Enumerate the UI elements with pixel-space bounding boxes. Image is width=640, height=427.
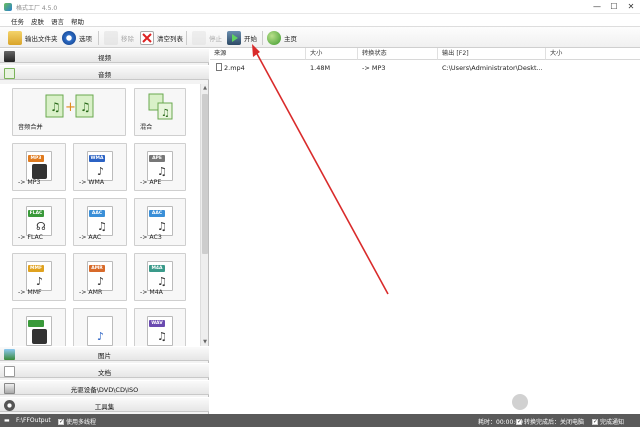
app-logo-icon bbox=[4, 3, 12, 11]
row-status: -> MP3 bbox=[362, 64, 386, 72]
svg-text:♫: ♫ bbox=[80, 100, 91, 114]
ape-file-icon: APE ♫ bbox=[147, 151, 173, 181]
clear-list-button[interactable]: 清空列表 bbox=[140, 30, 183, 46]
tile-to-wav[interactable]: WAV ♫ bbox=[134, 308, 186, 346]
ogg-file-icon bbox=[26, 316, 52, 346]
row-source: 2.mp4 bbox=[224, 64, 245, 72]
svg-text:♫: ♫ bbox=[161, 108, 170, 119]
after-convert-option[interactable]: 转换完成后：关闭电脑 bbox=[516, 417, 584, 426]
row-output-size bbox=[546, 62, 640, 74]
tile-partial-1[interactable] bbox=[12, 308, 66, 346]
start-play-icon bbox=[227, 31, 241, 45]
music-file-icon: ♪ bbox=[87, 316, 113, 346]
stop-icon bbox=[192, 31, 206, 45]
column-size[interactable]: 大小 bbox=[306, 48, 358, 60]
home-globe-icon bbox=[267, 31, 281, 45]
checkbox-checked-icon bbox=[516, 418, 522, 425]
scroll-thumb[interactable] bbox=[202, 94, 208, 254]
tile-partial-2[interactable]: ♪ bbox=[73, 308, 127, 346]
mmf-file-icon: MMF ♪ bbox=[26, 261, 52, 291]
file-icon bbox=[216, 63, 222, 71]
checkbox-checked-icon bbox=[592, 418, 598, 425]
output-folder-icon: ▬ bbox=[4, 417, 10, 424]
toolbar: 输出文件夹 选项 移除 清空列表 停止 开始 主页 bbox=[0, 26, 640, 48]
tile-to-ac3[interactable]: AAC ♫ -> AC3 bbox=[134, 198, 186, 246]
tile-to-ape[interactable]: APE ♫ -> APE bbox=[134, 143, 186, 191]
category-sidebar: 视频 音频 ♫ + ♫ 音频合并 ♫ 混合 MP3 -> MP3 WMA ♪ -… bbox=[0, 48, 209, 414]
category-disc[interactable]: 光驱设备\DVD\CD\ISO bbox=[0, 380, 209, 395]
category-image[interactable]: 图片 bbox=[0, 346, 209, 361]
tile-to-aac[interactable]: AAC ♫ -> AAC bbox=[73, 198, 127, 246]
watermark: 头条@问答 bbox=[512, 392, 634, 412]
close-button[interactable]: ✕ bbox=[624, 1, 638, 13]
mp3-file-icon: MP3 bbox=[26, 151, 52, 181]
options-button[interactable]: 选项 bbox=[62, 30, 92, 46]
status-bar: ▬ F:\FFOutput 使用多线程 耗时：00:00:00 转换完成后：关闭… bbox=[0, 414, 640, 427]
column-output[interactable]: 输出 [F2] bbox=[438, 48, 546, 60]
amr-file-icon: AMR ♪ bbox=[87, 261, 113, 291]
watermark-logo-icon bbox=[512, 394, 528, 410]
home-button[interactable]: 主页 bbox=[267, 30, 297, 46]
remove-file-icon bbox=[104, 31, 118, 45]
svg-text:♫: ♫ bbox=[50, 100, 61, 114]
scroll-down-icon[interactable]: ▼ bbox=[201, 338, 209, 346]
tile-to-amr[interactable]: AMR ♪ -> AMR bbox=[73, 253, 127, 301]
start-button[interactable]: 开始 bbox=[227, 30, 257, 46]
svg-text:+: + bbox=[65, 100, 76, 115]
output-folder-button[interactable]: 输出文件夹 bbox=[8, 30, 58, 46]
row-size: 1.48M bbox=[310, 64, 331, 72]
audio-mix-icon: ♫ bbox=[148, 93, 173, 120]
folder-icon bbox=[8, 31, 22, 45]
audio-format-grid: ♫ + ♫ 音频合并 ♫ 混合 MP3 -> MP3 WMA ♪ -> WMA A bbox=[0, 84, 200, 346]
checkbox-checked-icon bbox=[58, 418, 64, 425]
tile-to-wma[interactable]: WMA ♪ -> WMA bbox=[73, 143, 127, 191]
tile-scrollbar[interactable]: ▲ ▼ bbox=[200, 84, 208, 346]
tile-to-m4a[interactable]: M4A ♫ -> M4A bbox=[134, 253, 186, 301]
minimize-button[interactable]: — bbox=[590, 1, 604, 13]
category-document[interactable]: 文档 bbox=[0, 363, 209, 378]
options-gear-icon bbox=[62, 31, 76, 45]
category-audio[interactable]: 音频 bbox=[0, 65, 209, 80]
scroll-up-icon[interactable]: ▲ bbox=[201, 84, 209, 92]
row-output: C:\Users\Administrator\Deskt... bbox=[442, 64, 543, 72]
tile-to-mp3[interactable]: MP3 -> MP3 bbox=[12, 143, 66, 191]
column-output-size[interactable]: 大小 bbox=[546, 48, 640, 60]
ac3-file-icon: AAC ♫ bbox=[147, 206, 173, 236]
wav-file-icon: WAV ♫ bbox=[147, 316, 173, 346]
flac-file-icon: FLAC ☊ bbox=[26, 206, 52, 236]
multithread-checkbox[interactable]: 使用多线程 bbox=[58, 417, 96, 426]
menu-bar: 任务 皮肤 语言 帮助 bbox=[0, 14, 640, 26]
category-toolbox[interactable]: 工具集 bbox=[0, 397, 209, 412]
tile-audio-merge[interactable]: ♫ + ♫ 音频合并 bbox=[12, 88, 126, 136]
window-title: 格式工厂 4.5.0 bbox=[16, 5, 58, 12]
column-source[interactable]: 来源 bbox=[210, 48, 306, 60]
tile-to-mmf[interactable]: MMF ♪ -> MMF bbox=[12, 253, 66, 301]
column-status[interactable]: 转换状态 bbox=[358, 48, 438, 60]
clear-list-icon bbox=[140, 31, 154, 45]
category-video[interactable]: 视频 bbox=[0, 48, 209, 63]
task-list: 来源 大小 转换状态 输出 [F2] 大小 2.mp4 1.48M -> MP3… bbox=[210, 48, 640, 414]
remove-button[interactable]: 移除 bbox=[104, 30, 134, 46]
audio-merge-icon: ♫ + ♫ bbox=[45, 94, 94, 118]
tile-audio-mix[interactable]: ♫ 混合 bbox=[134, 88, 186, 136]
wma-file-icon: WMA ♪ bbox=[87, 151, 113, 181]
output-path[interactable]: F:\FFOutput bbox=[16, 417, 51, 424]
m4a-file-icon: M4A ♫ bbox=[147, 261, 173, 291]
notify-checkbox[interactable]: 完成通知 bbox=[592, 417, 624, 426]
aac-file-icon: AAC ♫ bbox=[87, 206, 113, 236]
tile-to-flac[interactable]: FLAC ☊ -> FLAC bbox=[12, 198, 66, 246]
maximize-button[interactable]: ☐ bbox=[607, 1, 621, 13]
title-bar: 格式工厂 4.5.0 — ☐ ✕ bbox=[0, 0, 640, 14]
stop-button[interactable]: 停止 bbox=[192, 30, 222, 46]
